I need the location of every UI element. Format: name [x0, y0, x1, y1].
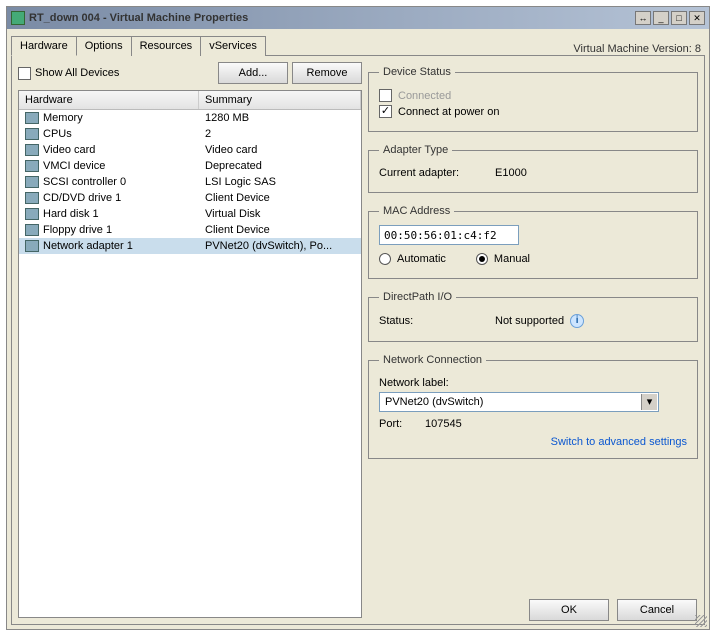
adapter-type-group: Adapter Type Current adapter: E1000: [368, 144, 698, 193]
device-icon: [25, 176, 39, 188]
ok-button[interactable]: OK: [529, 599, 609, 621]
resize-grip[interactable]: [695, 615, 707, 627]
table-row[interactable]: CPUs 2: [19, 126, 361, 142]
table-row[interactable]: Hard disk 1 Virtual Disk: [19, 206, 361, 222]
titlebar: RT_down 004 - Virtual Machine Properties…: [7, 7, 709, 29]
hardware-name: Video card: [43, 144, 95, 156]
device-icon: [25, 224, 39, 236]
hardware-name: Memory: [43, 112, 83, 124]
network-connection-group: Network Connection Network label: PVNet2…: [368, 354, 698, 459]
table-row[interactable]: Memory 1280 MB: [19, 110, 361, 126]
hardware-list: Hardware Summary Memory 1280 MB CPUs 2 Video…: [18, 90, 362, 618]
hardware-name: Hard disk 1: [43, 208, 99, 220]
tabs: Hardware Options Resources vServices: [11, 35, 265, 55]
device-icon: [25, 144, 39, 156]
hardware-name: VMCI device: [43, 160, 105, 172]
device-icon: [25, 240, 39, 252]
hardware-summary: Deprecated: [199, 160, 361, 172]
app-icon: [11, 11, 25, 25]
directpath-status-label: Status:: [379, 315, 489, 327]
device-icon: [25, 160, 39, 172]
minimize-button[interactable]: _: [653, 11, 669, 25]
remove-button[interactable]: Remove: [292, 62, 362, 84]
hardware-name: Network adapter 1: [43, 240, 133, 252]
hardware-summary: Client Device: [199, 192, 361, 204]
device-icon: [25, 208, 39, 220]
hardware-name: SCSI controller 0: [43, 176, 126, 188]
table-row[interactable]: CD/DVD drive 1 Client Device: [19, 190, 361, 206]
hardware-summary: Client Device: [199, 224, 361, 236]
mac-manual-radio[interactable]: [476, 253, 488, 265]
table-row[interactable]: Network adapter 1 PVNet20 (dvSwitch), Po.…: [19, 238, 361, 254]
connect-at-poweron-checkbox[interactable]: [379, 105, 392, 118]
tab-resources[interactable]: Resources: [131, 36, 202, 56]
hardware-summary: LSI Logic SAS: [199, 176, 361, 188]
window-title: RT_down 004 - Virtual Machine Properties: [29, 12, 635, 24]
close-button[interactable]: ✕: [689, 11, 705, 25]
chevron-down-icon: ▾: [641, 394, 657, 410]
device-icon: [25, 128, 39, 140]
hardware-panel: Show All Devices Add... Remove Hardware …: [11, 55, 705, 625]
table-row[interactable]: SCSI controller 0 LSI Logic SAS: [19, 174, 361, 190]
directpath-status-value: Not supported: [495, 315, 564, 327]
hardware-name: Floppy drive 1: [43, 224, 112, 236]
add-button[interactable]: Add...: [218, 62, 288, 84]
hardware-summary: 2: [199, 128, 361, 140]
hardware-summary: 1280 MB: [199, 112, 361, 124]
vm-properties-window: RT_down 004 - Virtual Machine Properties…: [6, 6, 710, 630]
tab-vservices[interactable]: vServices: [200, 36, 266, 56]
resize-horizontal-button[interactable]: ↔: [635, 11, 651, 25]
table-row[interactable]: Video card Video card: [19, 142, 361, 158]
hardware-name: CD/DVD drive 1: [43, 192, 121, 204]
connected-label: Connected: [398, 90, 451, 102]
device-status-group: Device Status Connected Connect at power…: [368, 66, 698, 132]
mac-automatic-radio[interactable]: [379, 253, 391, 265]
device-icon: [25, 112, 39, 124]
hardware-summary: Virtual Disk: [199, 208, 361, 220]
directpath-group: DirectPath I/O Status: Not supported i: [368, 291, 698, 342]
maximize-button[interactable]: □: [671, 11, 687, 25]
show-all-devices-label: Show All Devices: [35, 67, 119, 79]
tab-hardware[interactable]: Hardware: [11, 36, 77, 56]
show-all-devices-checkbox[interactable]: [18, 67, 31, 80]
table-row[interactable]: Floppy drive 1 Client Device: [19, 222, 361, 238]
current-adapter-value: E1000: [495, 167, 527, 179]
network-label-text: Network label:: [379, 377, 449, 389]
advanced-settings-link[interactable]: Switch to advanced settings: [551, 436, 687, 448]
table-row[interactable]: VMCI device Deprecated: [19, 158, 361, 174]
info-icon[interactable]: i: [570, 314, 584, 328]
current-adapter-label: Current adapter:: [379, 167, 489, 179]
network-label-select[interactable]: PVNet20 (dvSwitch) ▾: [379, 392, 659, 412]
tab-options[interactable]: Options: [76, 36, 132, 56]
device-icon: [25, 192, 39, 204]
column-header-hardware[interactable]: Hardware: [19, 91, 199, 109]
hardware-name: CPUs: [43, 128, 72, 140]
mac-address-group: MAC Address Automatic Manual: [368, 205, 698, 279]
vm-version-label: Virtual Machine Version: 8: [573, 43, 705, 55]
cancel-button[interactable]: Cancel: [617, 599, 697, 621]
hardware-summary: Video card: [199, 144, 361, 156]
connected-checkbox: [379, 89, 392, 102]
connect-at-poweron-label: Connect at power on: [398, 106, 500, 118]
column-header-summary[interactable]: Summary: [199, 91, 361, 109]
hardware-summary: PVNet20 (dvSwitch), Po...: [199, 240, 361, 252]
mac-address-input[interactable]: [379, 225, 519, 245]
port-label: Port:: [379, 418, 419, 430]
port-value: 107545: [425, 418, 462, 430]
